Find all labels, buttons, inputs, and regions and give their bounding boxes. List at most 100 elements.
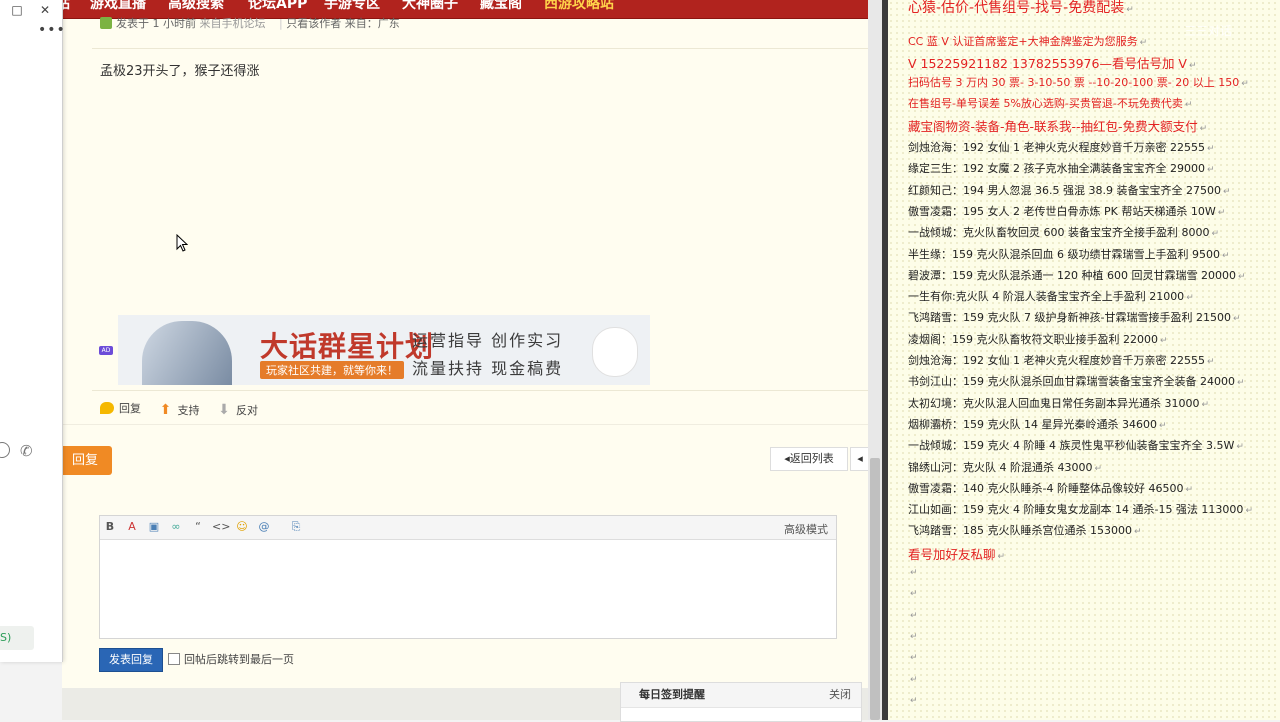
reply-tab-button[interactable]: 回复 [58,446,112,475]
quote-tool[interactable]: “ [190,520,206,533]
divider [92,48,868,49]
note-line: 碧波潭：159 克火队混杀通一 120 种植 600 回灵甘霖瑞雪 20000 ↵ [908,267,1246,283]
note-line: 缘定三生：192 女魔 2 孩子克水抽全满装备宝宝齐全 29000 ↵ [908,160,1215,176]
note-line: ↵ [908,565,918,578]
arrow-up-icon: ⬆ [159,402,172,418]
return-mark-icon: ↵ [910,653,918,664]
scrollbar-thumb[interactable] [870,458,880,720]
note-line: 飞鸿踏雪：185 克火队睡杀宫位通杀 153000 ↵ [908,522,1142,538]
nav-item-cbg[interactable]: 藏宝阁 [480,0,522,13]
ad-banner[interactable]: 大话群星计划 玩家社区共建，就等你来！ 运营指导 创作实习 流量扶持 现金稿费 [118,315,650,385]
return-mark-icon: ↵ [1126,5,1134,15]
prev-page-button[interactable]: ◂ [850,447,870,471]
signin-title: 每日签到提醒 [639,688,705,701]
return-mark-icon: ↵ [1133,527,1142,538]
link-tool[interactable]: ∞ [168,520,184,533]
jump-checkbox[interactable] [168,653,180,665]
signin-reminder-panel: 每日签到提醒 关闭 [620,682,862,722]
editor-textarea[interactable] [100,540,836,638]
notes-panel: 三三对话 心猿-估价-代售组号-找号-免费配装 ↵ CC 蓝 V 认证首席鉴定+大神… [888,0,1280,720]
font-color-tool[interactable]: A [124,520,140,533]
note-text: 凌烟阁：159 克火队畜牧符文职业接手盈利 22000 [908,332,1158,346]
note-text: 碧波潭：159 克火队混杀通一 120 种植 600 回灵甘霖瑞雪 20000 [908,268,1236,282]
mention-tool[interactable]: @ [256,520,272,533]
note-text: 缘定三生：192 女魔 2 孩子克水抽全满装备宝宝齐全 29000 [908,162,1205,176]
return-mark-icon: ↵ [997,551,1006,562]
triangle-left-icon: ◂ [857,452,863,465]
note-line: 一战倾城：克火队畜牧回灵 600 装备宝宝齐全接手盈利 8000 ↵ [908,224,1219,240]
note-line: 傲雪凌霜：140 克火队睡杀-4 阶睡整体品像较好 46500 ↵ [908,480,1193,496]
note-text: 傲雪凌霜：195 女人 2 老传世白骨赤炼 PK 帮站天梯通杀 10W [908,204,1216,218]
note-text: 烟柳灞桥：159 克火队 14 星异光秦岭通杀 34600 [908,417,1157,431]
close-icon[interactable]: ✕ [36,2,54,18]
attachment-tool[interactable]: ⎘ [288,520,304,534]
return-mark-icon: ↵ [1237,271,1246,282]
post-source[interactable]: 来自手机论坛 [200,17,266,30]
return-mark-icon: ↵ [1232,314,1241,325]
note-line: 江山如画：159 克火 4 阶睡女鬼女龙副本 14 通杀-15 强法 11300… [908,501,1253,517]
note-line: ↵ [908,693,918,706]
note-line: 剑烛沧海：192 女仙 1 老神火克火程度妙音千万亲密 22555 ↵ [908,352,1215,368]
nav-item-circle[interactable]: 大神圈子 [402,0,458,13]
image-tool[interactable]: ▣ [146,520,162,533]
vertical-scrollbar[interactable] [868,0,882,720]
support-action[interactable]: ⬆ 支持 [159,402,200,418]
return-mark-icon: ↵ [1185,484,1193,495]
note-line: 看号加好友私聊 ↵ [908,544,1005,563]
return-mark-icon: ↵ [1245,506,1253,517]
note-line: V 15225921182 13782553976—看号估号加 V ↵ [908,53,1197,72]
note-line: CC 蓝 V 认证首席鉴定+大神金牌鉴定为您服务 ↵ [908,33,1147,49]
return-mark-icon: ↵ [910,695,918,706]
banner-subtitle: 玩家社区共建，就等你来！ [260,361,404,379]
voice-call-icon[interactable] [0,442,10,458]
note-text: 看号加好友私聊 [908,546,996,562]
nav-item-guide[interactable]: 西游攻略站 [544,0,614,13]
note-line: ↵ [908,608,918,621]
return-mark-icon: ↵ [1158,420,1167,431]
note-text: 锦绣山河：克火队 4 阶混通杀 43000 [908,460,1093,474]
note-text: 飞鸿踏雪：185 克火队睡杀宫位通杀 153000 [908,524,1132,538]
divider [92,390,868,391]
emoji-tool[interactable]: ☺ [234,520,250,533]
reply-action[interactable]: 回复 [100,400,141,416]
note-text: 一战倾城：159 克火 4 阶睡 4 族灵性鬼平秒仙装备宝宝齐全 3.5W [908,439,1235,453]
note-text: 书剑江山：159 克火队混杀回血甘霖瑞雪装备宝宝齐全装备 24000 [908,375,1235,389]
return-mark-icon: ↵ [910,631,918,642]
return-mark-icon: ↵ [1189,61,1197,71]
phone-call-icon[interactable]: ✆ [20,442,33,460]
bold-tool[interactable]: B [102,520,118,533]
back-to-list-button[interactable]: ◂返回列表 [770,447,848,471]
note-line: 心猿-估价-代售组号-找号-免费配装 ↵ [908,0,1134,17]
post-meta: 发表于 1 小时前 来自手机论坛 | 只看该作者 来自：广东 [100,15,400,31]
ad-badge: AD [99,346,113,355]
nav-item-search[interactable]: 高级搜索 [168,0,224,13]
note-text: 心猿-估价-代售组号-找号-免费配装 [908,0,1125,16]
chat-popup-window: □ ✕ ••• ✆ S) [0,0,66,662]
author-only-link[interactable]: 只看该作者 [286,17,341,30]
note-line: 一生有你:克火队 4 阶混人装备宝宝齐全上手盈利 21000 ↵ [908,288,1194,304]
maximize-icon[interactable]: □ [8,2,26,18]
note-text: 一生有你:克火队 4 阶混人装备宝宝齐全上手盈利 21000 [908,290,1185,304]
jump-last-page-option[interactable]: 回帖后跳转到最后一页 [168,651,294,667]
note-line: 飞鸿踏雪：159 克火队 7 级护身新神孩-甘霖瑞雪接手盈利 21500 ↵ [908,309,1241,325]
note-text: 半生缘：159 克火队混杀回血 6 级功绩甘霖瑞雪上手盈利 9500 [908,247,1220,261]
more-options-icon[interactable]: ••• [38,22,66,38]
return-mark-icon: ↵ [1236,442,1244,453]
note-line: 红颜知己：194 男人忽混 36.5 强混 38.9 装备宝宝齐全 27500 ↵ [908,182,1231,198]
signin-close-button[interactable]: 关闭 [829,683,851,707]
nav-item-mobile[interactable]: 手游专区 [324,0,380,13]
advanced-mode-link[interactable]: 高级模式 [784,521,828,537]
note-text: 江山如画：159 克火 4 阶睡女鬼女龙副本 14 通杀-15 强法 11300… [908,503,1244,517]
note-line: 傲雪凌霜：195 女人 2 老传世白骨赤炼 PK 帮站天梯通杀 10W ↵ [908,203,1225,219]
note-text: 太初幻境：克火队混人回血鬼日常任务副本异光通杀 31000 [908,396,1200,410]
forum-page: 站 游戏直播 高级搜索 论坛APP 手游专区 大神圈子 藏宝阁 西游攻略站 发表… [56,0,870,722]
return-mark-icon: ↵ [1184,100,1193,110]
oppose-action[interactable]: ⬇ 反对 [217,402,258,418]
nav-item-app[interactable]: 论坛APP [248,0,307,13]
status-pill[interactable]: S) [0,626,34,650]
note-line: 烟柳灞桥：159 克火队 14 星异光秦岭通杀 34600 ↵ [908,416,1167,432]
note-text: 剑烛沧海：192 女仙 1 老神火克火程度妙音千万亲密 22555 [908,354,1205,367]
nav-item-live[interactable]: 游戏直播 [90,0,146,13]
submit-reply-button[interactable]: 发表回复 [99,648,163,672]
code-tool[interactable]: <> [212,520,230,533]
